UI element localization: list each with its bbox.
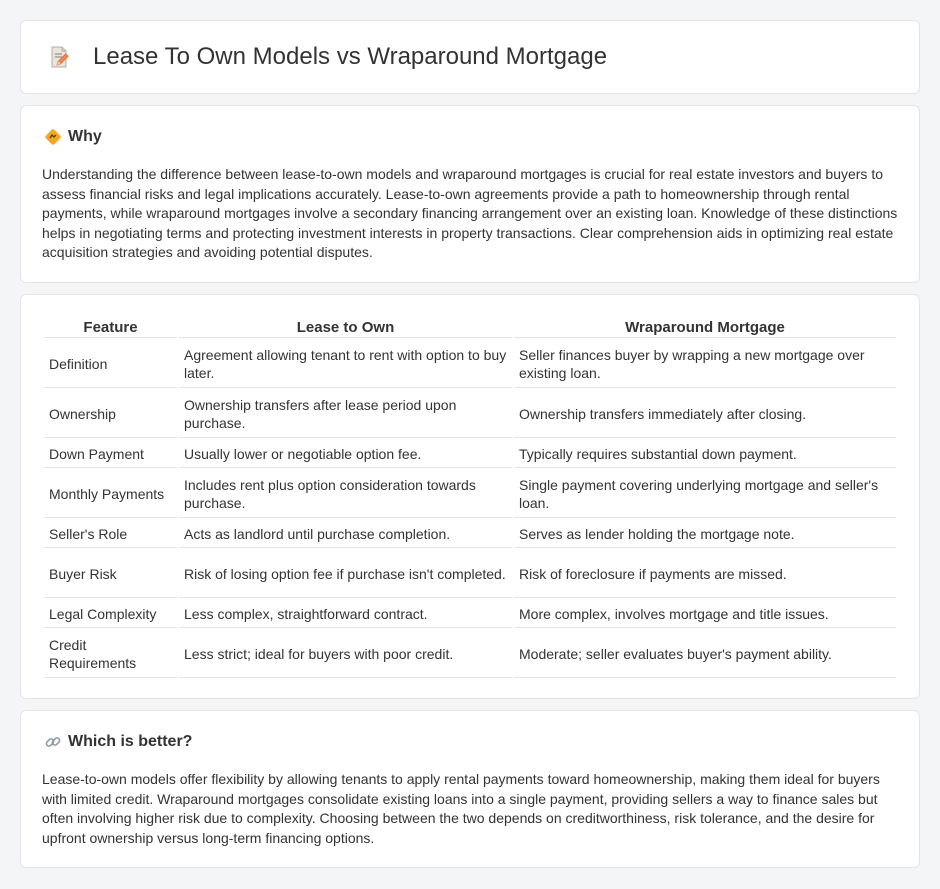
wraparound-cell: Risk of foreclosure if payments are miss… <box>514 550 896 598</box>
lease-cell: Acts as landlord until purchase completi… <box>179 520 512 548</box>
lease-cell: Risk of losing option fee if purchase is… <box>179 550 512 598</box>
why-section: Why Understanding the difference between… <box>20 105 920 283</box>
wraparound-cell: Seller finances buyer by wrapping a new … <box>514 340 896 388</box>
table-row: Seller's Role Acts as landlord until pur… <box>44 520 896 548</box>
header-lease-to-own: Lease to Own <box>179 317 512 338</box>
wraparound-cell: Ownership transfers immediately after cl… <box>514 390 896 438</box>
better-text: Lease-to-own models offer flexibility by… <box>42 771 880 846</box>
header-feature: Feature <box>44 317 177 338</box>
document-pencil-icon <box>47 45 71 69</box>
feature-cell: Monthly Payments <box>44 470 177 518</box>
table-row: Definition Agreement allowing tenant to … <box>44 340 896 388</box>
table-header-row: Feature Lease to Own Wraparound Mortgage <box>44 317 896 338</box>
feature-cell: Legal Complexity <box>44 600 177 628</box>
wraparound-cell: More complex, involves mortgage and titl… <box>514 600 896 628</box>
page-title: Lease To Own Models vs Wraparound Mortga… <box>93 43 608 70</box>
wraparound-cell: Typically requires substantial down paym… <box>514 440 896 468</box>
feature-cell: Ownership <box>44 390 177 438</box>
table-row: Down Payment Usually lower or negotiable… <box>44 440 896 468</box>
why-text: Understanding the difference between lea… <box>42 166 898 261</box>
lease-cell: Usually lower or negotiable option fee. <box>179 440 512 468</box>
lease-cell: Ownership transfers after lease period u… <box>179 390 512 438</box>
table-row: Ownership Ownership transfers after leas… <box>44 390 896 438</box>
better-heading-row: Which is better? <box>42 733 898 751</box>
lease-cell: Includes rent plus option consideration … <box>179 470 512 518</box>
lease-cell: Agreement allowing tenant to rent with o… <box>179 340 512 388</box>
feature-cell: Seller's Role <box>44 520 177 548</box>
lease-cell: Less complex, straightforward contract. <box>179 600 512 628</box>
diamond-sign-icon <box>44 128 62 146</box>
lease-cell: Less strict; ideal for buyers with poor … <box>179 630 512 678</box>
table-row: Legal Complexity Less complex, straightf… <box>44 600 896 628</box>
better-heading: Which is better? <box>68 733 193 750</box>
wraparound-cell: Serves as lender holding the mortgage no… <box>514 520 896 548</box>
header-card: Lease To Own Models vs Wraparound Mortga… <box>20 20 920 94</box>
table-row: Monthly Payments Includes rent plus opti… <box>44 470 896 518</box>
wraparound-cell: Moderate; seller evaluates buyer's payme… <box>514 630 896 678</box>
comparison-table: Feature Lease to Own Wraparound Mortgage… <box>42 315 898 680</box>
wraparound-cell: Single payment covering underlying mortg… <box>514 470 896 518</box>
header-wraparound-mortgage: Wraparound Mortgage <box>514 317 896 338</box>
comparison-card: Feature Lease to Own Wraparound Mortgage… <box>20 294 920 699</box>
feature-cell: Definition <box>44 340 177 388</box>
why-heading: Why <box>68 128 102 145</box>
feature-cell: Down Payment <box>44 440 177 468</box>
table-row: Credit Requirements Less strict; ideal f… <box>44 630 896 678</box>
which-better-section: Which is better? Lease-to-own models off… <box>20 710 920 868</box>
feature-cell: Credit Requirements <box>44 630 177 678</box>
table-row: Buyer Risk Risk of losing option fee if … <box>44 550 896 598</box>
feature-cell: Buyer Risk <box>44 550 177 598</box>
why-heading-row: Why <box>42 128 898 146</box>
link-icon <box>44 733 62 751</box>
